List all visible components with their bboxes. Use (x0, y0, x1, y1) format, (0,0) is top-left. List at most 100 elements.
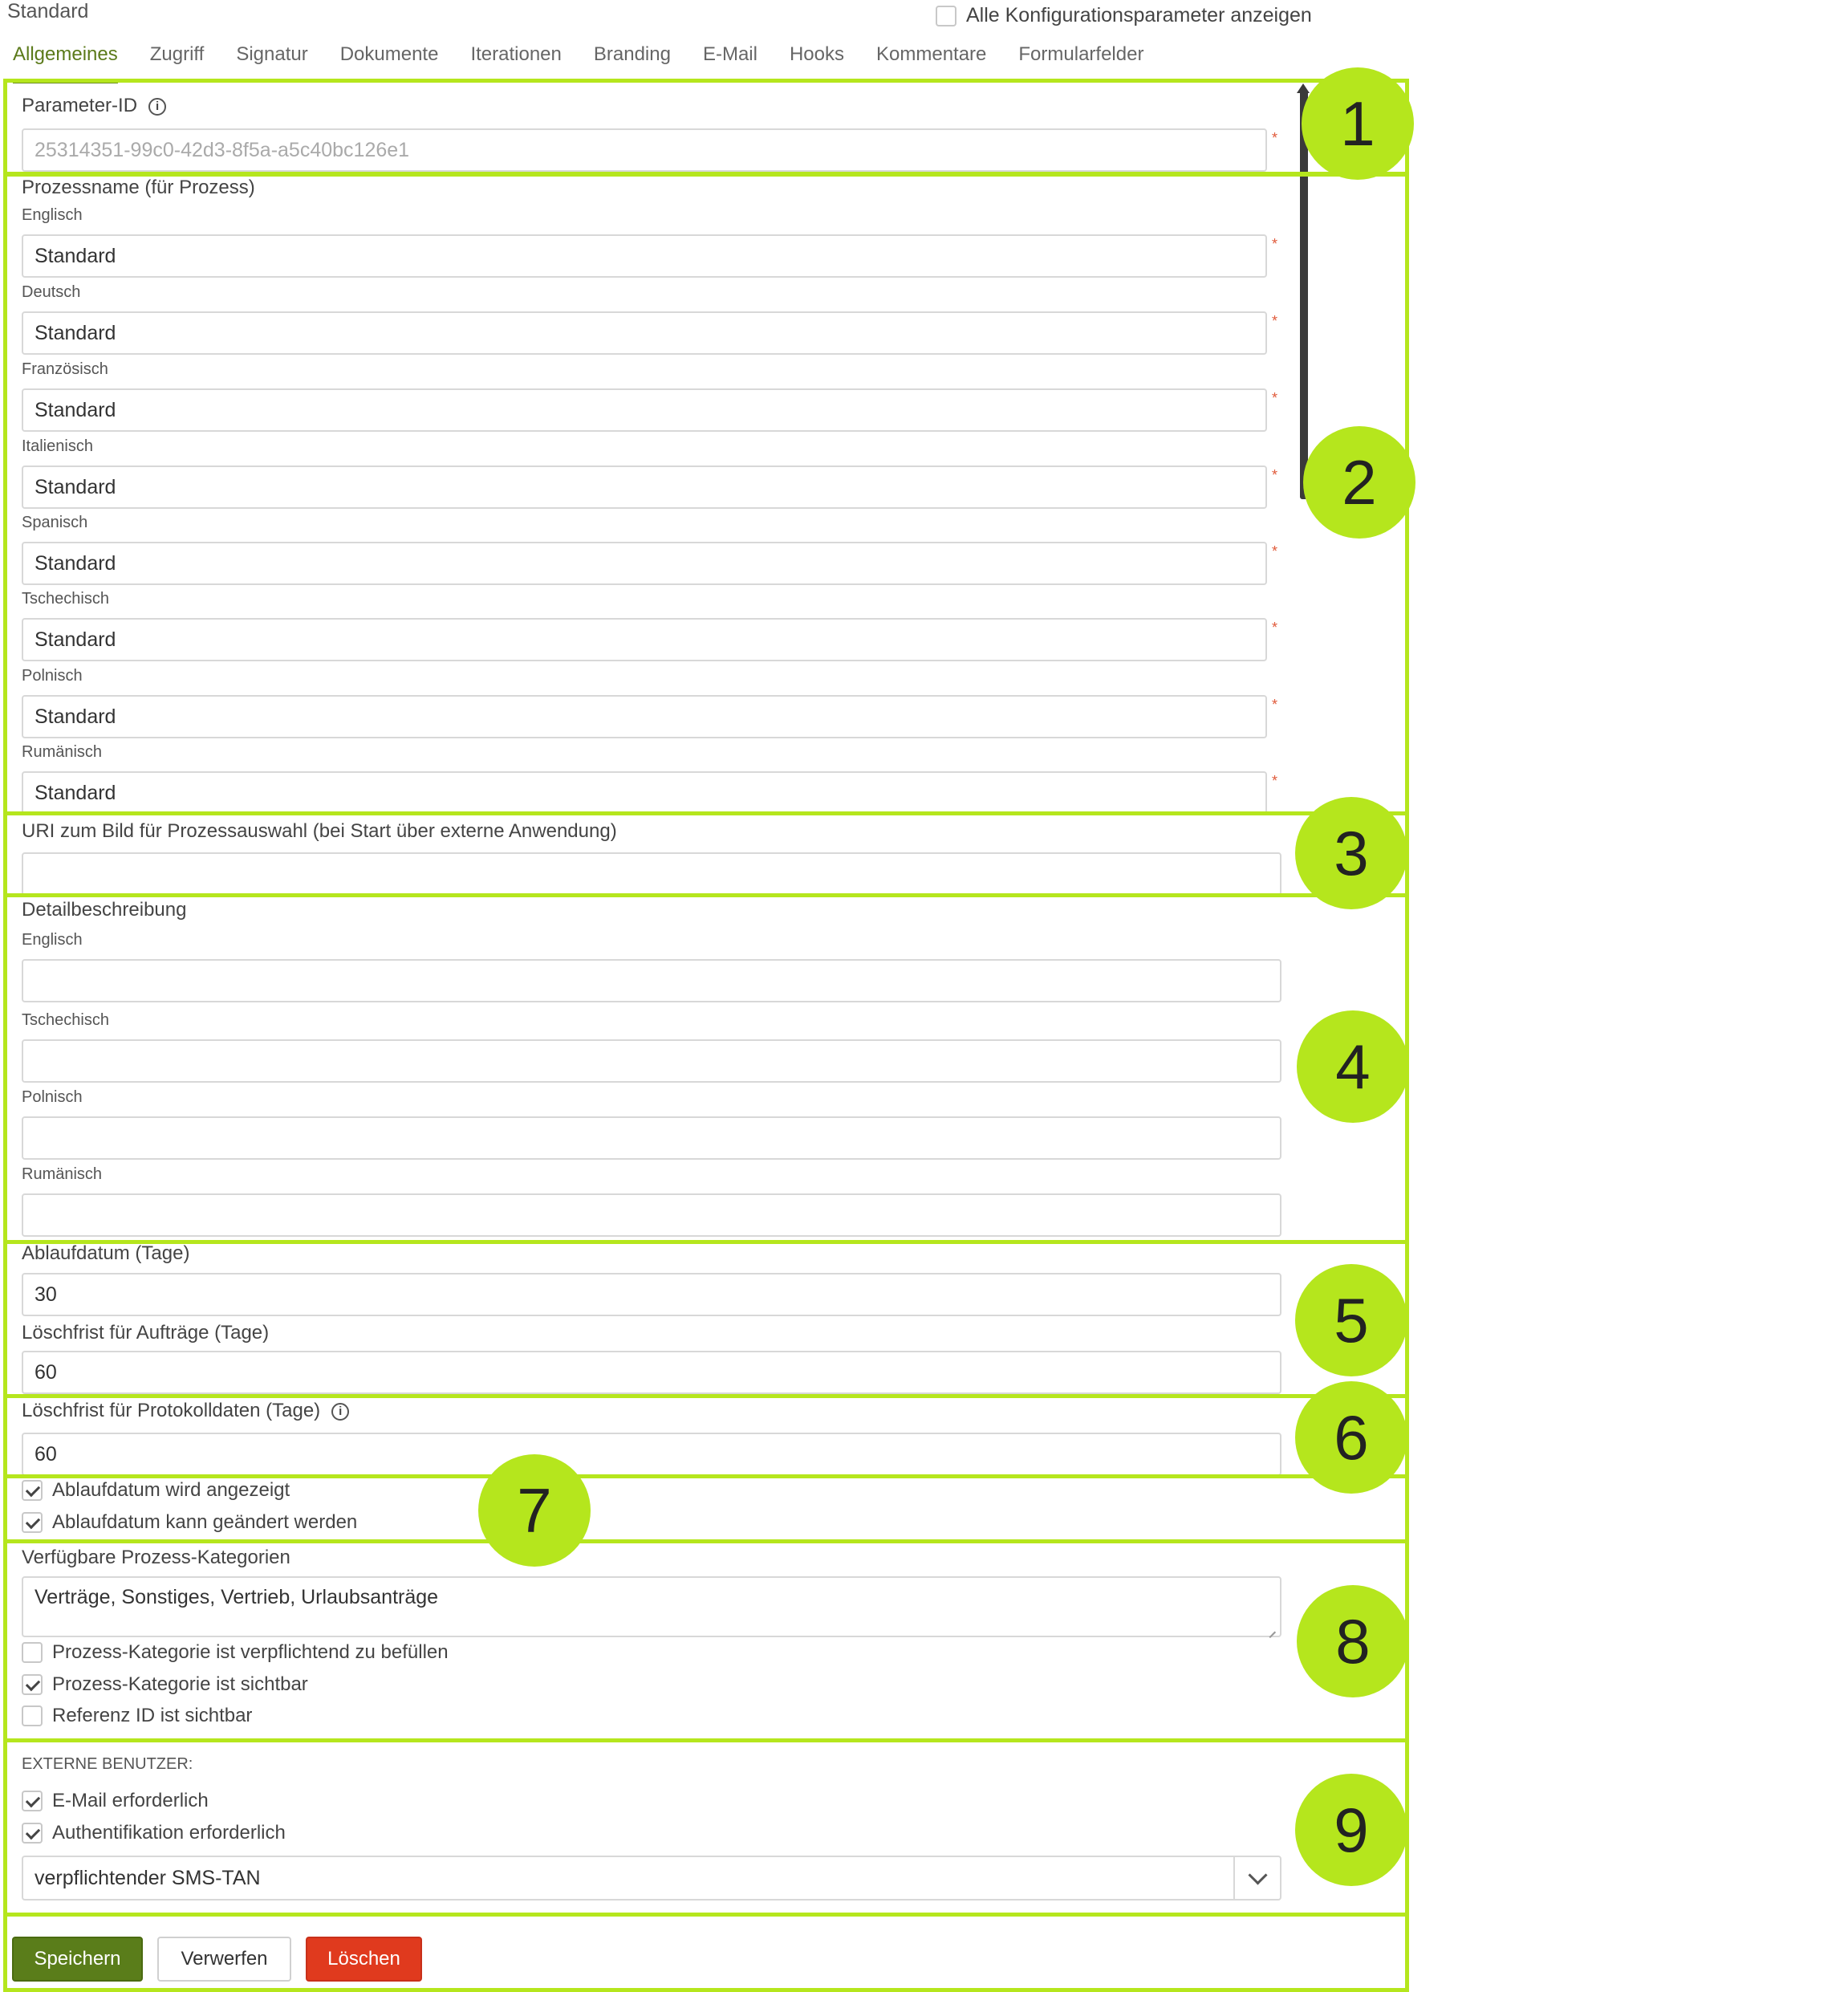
info-icon[interactable]: i (331, 1402, 350, 1421)
lang-label-ro: Rumänisch (22, 743, 103, 761)
deletion-logs-input[interactable]: 60 (22, 1433, 1281, 1476)
required-marker: * (1272, 543, 1278, 559)
annotation-badge-9: 9 (1295, 1774, 1407, 1886)
auth-required-checkbox[interactable] (22, 1823, 43, 1844)
deletion-logs-label: Löschfrist für Protokolldaten (Tage) i (22, 1400, 350, 1422)
tab-zugriff[interactable]: Zugriff (134, 40, 221, 79)
discard-button[interactable]: Verwerfen (157, 1937, 291, 1982)
category-required-row[interactable]: Prozess-Kategorie ist verpflichtend zu b… (22, 1641, 449, 1664)
lang-label-cs: Tschechisch (22, 590, 109, 608)
process-name-es-input[interactable]: Standard (22, 542, 1267, 585)
annotation-badge-4: 4 (1297, 1010, 1409, 1123)
annotation-badge-2: 2 (1303, 426, 1415, 539)
email-required-checkbox[interactable] (22, 1791, 43, 1811)
annotation-badge-1: 1 (1302, 67, 1414, 180)
process-name-en-input[interactable]: Standard (22, 234, 1267, 278)
tab-bar: Allgemeines Zugriff Signatur Dokumente I… (13, 40, 1160, 83)
process-name-ro-input[interactable]: Standard (22, 771, 1267, 815)
category-visible-row[interactable]: Prozess-Kategorie ist sichtbar (22, 1673, 308, 1696)
lang-label-es: Spanisch (22, 514, 88, 531)
show-all-params-toggle[interactable]: Alle Konfigurationsparameter anzeigen (936, 4, 1312, 27)
process-name-label: Prozessname (für Prozess) (22, 177, 255, 198)
delete-button[interactable]: Löschen (306, 1937, 422, 1982)
required-marker: * (1272, 236, 1278, 252)
expiry-days-label: Ablaufdatum (Tage) (22, 1242, 190, 1264)
page-title: Standard (7, 0, 89, 22)
process-name-cs-input[interactable]: Standard (22, 618, 1267, 661)
select-arrow[interactable] (1233, 1857, 1280, 1899)
tab-iterationen[interactable]: Iterationen (454, 40, 577, 79)
lang-label-en: Englisch (22, 931, 83, 949)
process-name-pl-input[interactable]: Standard (22, 695, 1267, 738)
categories-label: Verfügbare Prozess-Kategorien (22, 1547, 290, 1568)
lang-label-cs: Tschechisch (22, 1011, 109, 1029)
detail-description-en-input[interactable] (22, 959, 1281, 1002)
lang-label-pl: Polnisch (22, 667, 83, 685)
reference-id-visible-row[interactable]: Referenz ID ist sichtbar (22, 1705, 252, 1727)
save-button[interactable]: Speichern (12, 1937, 143, 1982)
lang-label-pl: Polnisch (22, 1088, 83, 1106)
tab-email[interactable]: E-Mail (687, 40, 774, 79)
annotation-badge-7: 7 (478, 1454, 591, 1567)
process-name-fr-input[interactable]: Standard (22, 388, 1267, 432)
required-marker: * (1272, 313, 1278, 329)
email-required-row[interactable]: E-Mail erforderlich (22, 1790, 209, 1812)
lang-label-en: Englisch (22, 206, 83, 224)
detail-description-label: Detailbeschreibung (22, 899, 187, 921)
auth-method-select[interactable]: verpflichtender SMS-TAN (22, 1856, 1281, 1901)
tab-branding[interactable]: Branding (578, 40, 687, 79)
expiry-editable-row[interactable]: Ablaufdatum kann geändert werden (22, 1511, 357, 1534)
tab-signatur[interactable]: Signatur (220, 40, 323, 79)
required-marker: * (1272, 130, 1278, 146)
detail-description-pl-input[interactable] (22, 1116, 1281, 1160)
reference-id-visible-checkbox[interactable] (22, 1705, 43, 1726)
deletion-orders-input[interactable]: 60 (22, 1351, 1281, 1394)
category-visible-checkbox[interactable] (22, 1674, 43, 1695)
external-users-label: EXTERNE BENUTZER: (22, 1755, 193, 1773)
process-name-de-input[interactable]: Standard (22, 311, 1267, 355)
lang-label-fr: Französisch (22, 360, 108, 378)
required-marker: * (1272, 773, 1278, 789)
expiry-editable-checkbox[interactable] (22, 1512, 43, 1533)
auth-required-label: Authentifikation erforderlich (52, 1822, 286, 1844)
detail-description-ro-input[interactable] (22, 1193, 1281, 1237)
deletion-orders-label: Löschfrist für Aufträge (Tage) (22, 1322, 270, 1344)
expiry-shown-checkbox[interactable] (22, 1480, 43, 1501)
parameter-id-label: Parameter-ID i (22, 95, 167, 117)
auth-method-value: verpflichtender SMS-TAN (35, 1866, 261, 1889)
chevron-down-icon (1247, 1864, 1268, 1885)
annotation-badge-6: 6 (1295, 1381, 1407, 1494)
lang-label-ro: Rumänisch (22, 1165, 103, 1183)
tab-dokumente[interactable]: Dokumente (324, 40, 455, 79)
uri-image-input[interactable] (22, 852, 1281, 896)
required-marker: * (1272, 467, 1278, 483)
required-marker: * (1272, 620, 1278, 636)
required-marker: * (1272, 390, 1278, 406)
annotation-badge-8: 8 (1297, 1585, 1409, 1697)
info-icon[interactable]: i (148, 97, 167, 116)
resize-handle-icon[interactable] (1266, 1623, 1277, 1634)
required-marker: * (1272, 697, 1278, 713)
tab-allgemeines[interactable]: Allgemeines (13, 40, 134, 83)
expiry-days-input[interactable]: 30 (22, 1273, 1281, 1316)
category-required-label: Prozess-Kategorie ist verpflichtend zu b… (52, 1641, 449, 1663)
tab-formularfelder[interactable]: Formularfelder (1002, 40, 1160, 79)
categories-textarea[interactable]: Verträge, Sonstiges, Vertrieb, Urlaubsan… (22, 1576, 1281, 1637)
category-required-checkbox[interactable] (22, 1642, 43, 1663)
scrollbar-thumb[interactable] (1300, 90, 1308, 499)
annotation-badge-3: 3 (1295, 797, 1407, 909)
expiry-shown-row[interactable]: Ablaufdatum wird angezeigt (22, 1479, 290, 1502)
auth-required-row[interactable]: Authentifikation erforderlich (22, 1822, 286, 1844)
process-name-it-input[interactable]: Standard (22, 465, 1267, 509)
detail-description-cs-input[interactable] (22, 1039, 1281, 1083)
parameter-id-field[interactable]: 25314351-99c0-42d3-8f5a-a5c40bc126e1 (22, 128, 1267, 172)
show-all-checkbox[interactable] (936, 5, 956, 26)
annotation-badge-5: 5 (1295, 1264, 1407, 1376)
lang-label-it: Italienisch (22, 437, 93, 455)
show-all-label: Alle Konfigurationsparameter anzeigen (966, 4, 1312, 26)
tab-kommentare[interactable]: Kommentare (860, 40, 1002, 79)
expiry-shown-label: Ablaufdatum wird angezeigt (52, 1479, 290, 1501)
category-visible-label: Prozess-Kategorie ist sichtbar (52, 1673, 308, 1695)
uri-image-label: URI zum Bild für Prozessauswahl (bei Sta… (22, 820, 617, 842)
tab-hooks[interactable]: Hooks (774, 40, 860, 79)
